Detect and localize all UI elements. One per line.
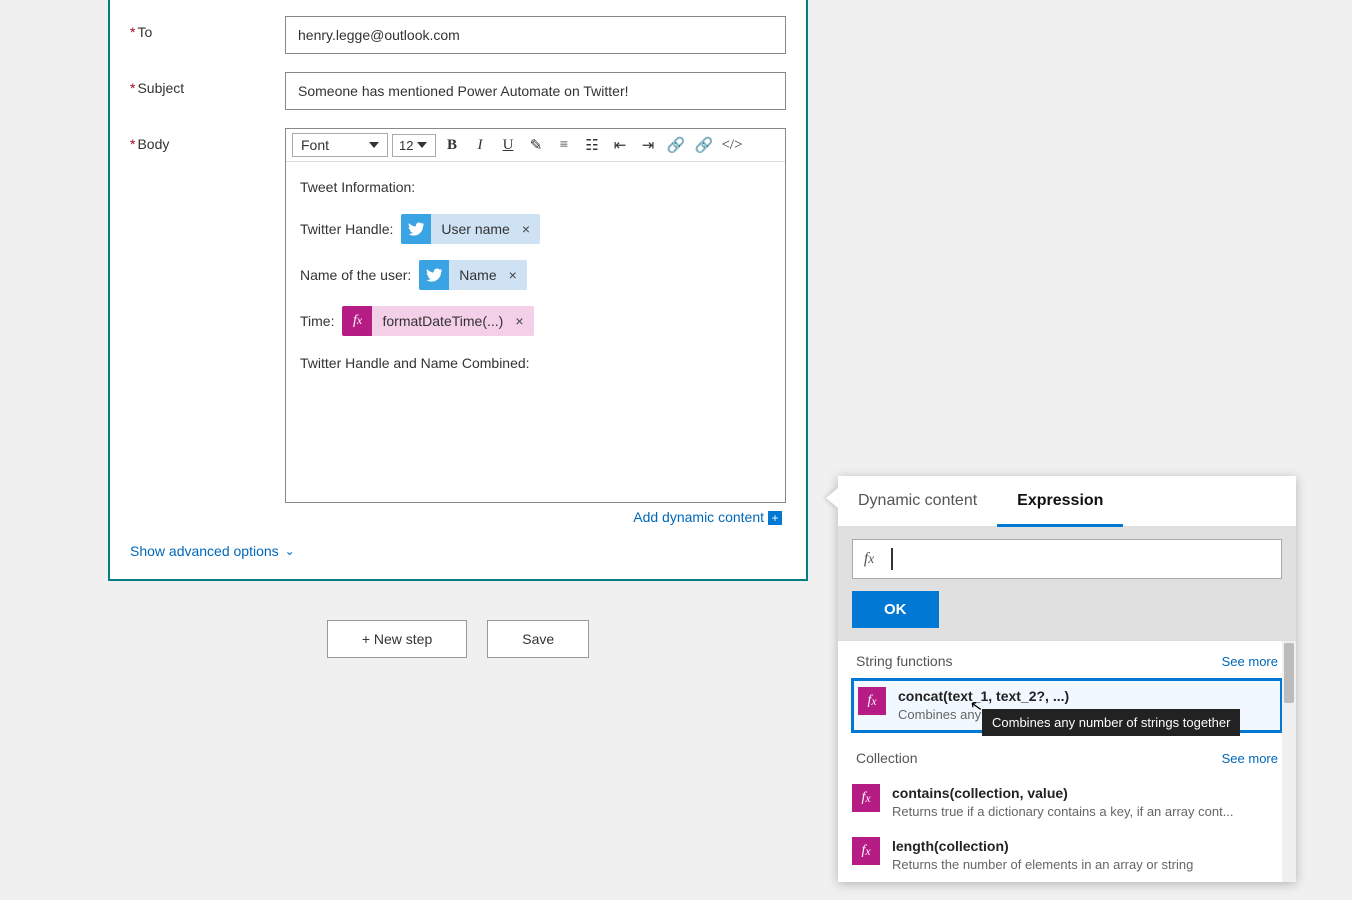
label-subject: *Subject — [130, 72, 285, 96]
new-step-button[interactable]: + New step — [327, 620, 467, 658]
expression-entry-area: fx OK — [838, 527, 1296, 640]
editor-body[interactable]: Tweet Information: Twitter Handle: User … — [286, 162, 785, 502]
see-more-link[interactable]: See more — [1222, 654, 1278, 669]
text-color-button[interactable]: ✎ — [524, 133, 548, 157]
email-action-card: *To *Subject *Body Font 12 B I U ✎ ≡ ☷ — [108, 0, 808, 581]
ok-button[interactable]: OK — [852, 591, 939, 628]
remove-token-icon[interactable]: × — [507, 264, 527, 286]
tab-dynamic-content[interactable]: Dynamic content — [838, 476, 997, 526]
row-subject: *Subject — [130, 72, 786, 110]
number-list-button[interactable]: ☷ — [580, 133, 604, 157]
bold-button[interactable]: B — [440, 133, 464, 157]
bullet-list-button[interactable]: ≡ — [552, 133, 576, 157]
fx-icon: fx — [852, 837, 880, 865]
body-text: Twitter Handle and Name Combined: — [300, 352, 530, 374]
remove-token-icon[interactable]: × — [520, 218, 540, 240]
token-username[interactable]: User name × — [401, 214, 540, 244]
link-button[interactable]: 🔗 — [664, 133, 688, 157]
label-body: *Body — [130, 128, 285, 152]
fx-icon: fx — [852, 784, 880, 812]
fx-icon: fx — [853, 550, 885, 568]
scrollbar[interactable] — [1282, 641, 1296, 882]
popover-tabs: Dynamic content Expression — [838, 476, 1296, 527]
remove-token-icon[interactable]: × — [513, 310, 533, 332]
body-text: Tweet Information: — [300, 179, 415, 195]
section-string-functions: String functions See more — [838, 641, 1296, 679]
tab-expression[interactable]: Expression — [997, 476, 1123, 527]
function-concat[interactable]: fx concat(text_1, text_2?, ...) Combines… — [852, 679, 1282, 732]
indent-button[interactable]: ⇥ — [636, 133, 660, 157]
see-more-link[interactable]: See more — [1222, 751, 1278, 766]
token-name[interactable]: Name × — [419, 260, 527, 290]
show-advanced-options-link[interactable]: Show advanced options ⌄ — [130, 543, 786, 559]
body-text: Name of the user: — [300, 264, 411, 286]
scroll-thumb[interactable] — [1284, 643, 1294, 703]
row-to: *To — [130, 16, 786, 54]
save-button[interactable]: Save — [487, 620, 589, 658]
function-length[interactable]: fx length(collection) Returns the number… — [838, 829, 1296, 882]
editor-toolbar: Font 12 B I U ✎ ≡ ☷ ⇤ ⇥ 🔗 🔗 </> — [286, 129, 785, 162]
row-body: *Body Font 12 B I U ✎ ≡ ☷ ⇤ ⇥ 🔗 🔗 </> — [130, 128, 786, 525]
expression-popover: Dynamic content Expression fx OK String … — [838, 476, 1296, 882]
function-contains[interactable]: fx contains(collection, value) Returns t… — [838, 776, 1296, 829]
outdent-button[interactable]: ⇤ — [608, 133, 632, 157]
body-editor[interactable]: Font 12 B I U ✎ ≡ ☷ ⇤ ⇥ 🔗 🔗 </> Tweet In… — [285, 128, 786, 503]
fontsize-dropdown[interactable]: 12 — [392, 134, 436, 157]
caret-icon — [369, 142, 379, 148]
body-text: Twitter Handle: — [300, 218, 393, 240]
fx-icon: fx — [858, 687, 886, 715]
token-expression[interactable]: fx formatDateTime(...) × — [342, 306, 533, 336]
text-caret — [891, 548, 893, 570]
body-text: Time: — [300, 310, 334, 332]
unlink-button[interactable]: 🔗 — [692, 133, 716, 157]
fx-icon: fx — [342, 306, 372, 336]
codeview-button[interactable]: </> — [720, 133, 744, 157]
twitter-icon — [419, 260, 449, 290]
underline-button[interactable]: U — [496, 133, 520, 157]
section-collection: Collection See more — [838, 738, 1296, 776]
italic-button[interactable]: I — [468, 133, 492, 157]
twitter-icon — [401, 214, 431, 244]
plus-icon: + — [768, 511, 782, 525]
expression-input[interactable]: fx — [852, 539, 1282, 579]
add-dynamic-content-link[interactable]: Add dynamic content+ — [285, 503, 786, 525]
caret-icon — [417, 142, 427, 148]
label-to: *To — [130, 16, 285, 40]
flow-action-row: + New step Save — [108, 620, 808, 658]
popover-arrow — [826, 488, 838, 508]
font-dropdown[interactable]: Font — [292, 133, 388, 157]
tooltip: Combines any number of strings together — [982, 709, 1240, 736]
chevron-down-icon: ⌄ — [285, 544, 295, 558]
function-list: String functions See more fx concat(text… — [838, 640, 1296, 882]
to-input[interactable] — [285, 16, 786, 54]
subject-input[interactable] — [285, 72, 786, 110]
